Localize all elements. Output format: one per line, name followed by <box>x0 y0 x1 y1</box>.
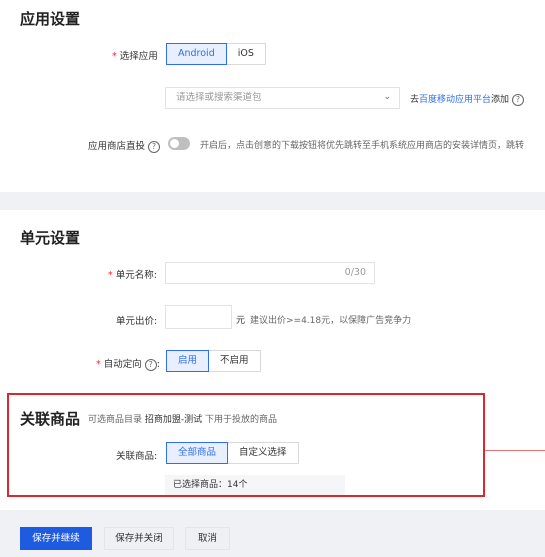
save-and-close-button[interactable]: 保存并关闭 <box>104 527 174 550</box>
bid-unit: 元 <box>236 316 246 326</box>
targeting-enable-option[interactable]: 启用 <box>166 350 210 372</box>
linked-products-desc: 可选商品目录 招商加盟-测试 下用于投放的商品 <box>88 415 278 425</box>
ios-option[interactable]: iOS <box>226 43 266 65</box>
question-circle-icon[interactable]: ? <box>144 358 157 371</box>
chevron-down-icon: ⌄ <box>383 92 391 102</box>
all-products-option[interactable]: 全部商品 <box>166 442 229 464</box>
required-mark: * <box>112 51 117 62</box>
unit-name-input[interactable]: 0/30 <box>165 262 375 284</box>
linked-products-title: 关联商品 <box>20 410 81 428</box>
store-direct-label: 应用商店直投? <box>88 138 161 153</box>
catalog-name: 招商加盟-测试 <box>144 415 203 425</box>
highlight-pointer-line <box>485 450 545 451</box>
question-circle-icon[interactable]: ? <box>148 140 161 153</box>
toggle-knob <box>170 139 179 148</box>
save-and-continue-button[interactable]: 保存并继续 <box>20 527 92 550</box>
add-channel-hint: 去百度移动应用平台添加? <box>410 92 525 106</box>
channel-package-select[interactable]: 请选择或搜索渠道包 ⌄ <box>165 87 400 109</box>
product-scope-selector: 全部商品 自定义选择 <box>166 442 299 464</box>
selected-products-count: 已选择商品：14个 <box>165 475 345 495</box>
custom-select-option[interactable]: 自定义选择 <box>228 442 299 464</box>
store-direct-toggle[interactable] <box>168 137 190 150</box>
app-settings-title: 应用设置 <box>20 10 81 28</box>
unit-bid-label: 单元出价: <box>116 316 158 327</box>
store-direct-hint: 开启后，点击创意的下载按钮将优先跳转至手机系统应用商店的安装详情页，跳转 <box>200 141 525 151</box>
question-circle-icon[interactable]: ? <box>512 93 525 106</box>
channel-select-placeholder: 请选择或搜索渠道包 <box>176 92 262 103</box>
app-platform-selector: Android iOS <box>166 43 266 65</box>
unit-settings-title: 单元设置 <box>20 229 81 247</box>
auto-targeting-label: * 自动定向?: <box>96 358 160 371</box>
targeting-disable-option[interactable]: 不启用 <box>209 350 261 372</box>
select-app-label: * 选择应用 <box>112 51 158 62</box>
auto-targeting-selector: 启用 不启用 <box>166 350 261 372</box>
baidu-app-platform-link[interactable]: 百度移动应用平台 <box>419 95 491 105</box>
linked-products-label: 关联商品: <box>116 451 158 462</box>
android-option[interactable]: Android <box>166 43 227 65</box>
cancel-button[interactable]: 取消 <box>185 527 230 550</box>
bid-suggestion-hint: 建议出价>=4.18元，以保障广告竞争力 <box>250 316 412 326</box>
unit-name-label: * 单元名称: <box>108 270 157 281</box>
unit-name-counter: 0/30 <box>344 267 366 278</box>
unit-bid-input[interactable] <box>165 305 232 329</box>
